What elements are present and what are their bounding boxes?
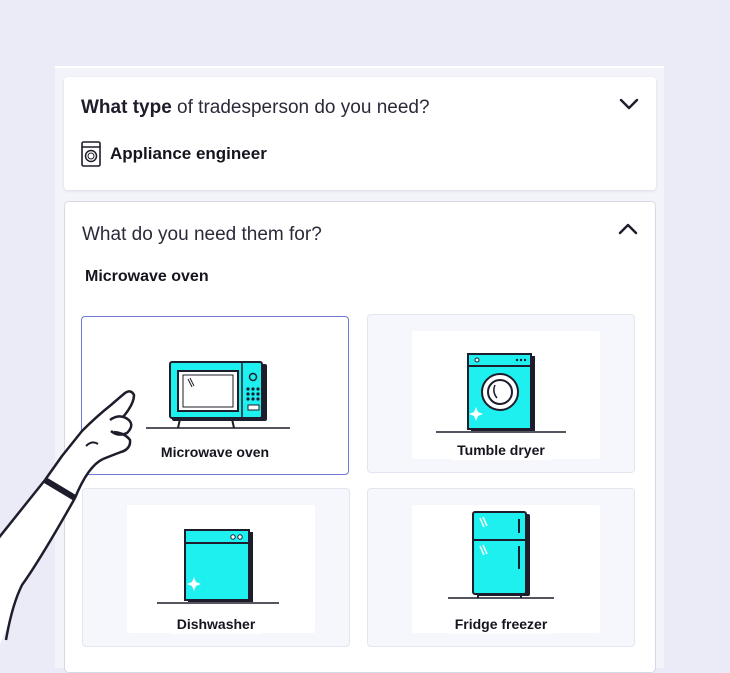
option-label: Fridge freezer	[368, 614, 634, 634]
pointing-hand-illustration	[0, 390, 136, 645]
selected-need-label: Microwave oven	[85, 268, 209, 285]
chevron-down-icon[interactable]	[616, 91, 642, 117]
option-fridge-freezer[interactable]: Fridge freezer	[367, 488, 635, 647]
need-question: What do you need them for?	[82, 224, 322, 245]
chevron-up-icon[interactable]	[615, 216, 641, 242]
trade-type-answer-label: Appliance engineer	[110, 144, 267, 163]
trade-type-question: What type of tradesperson do you need?	[81, 97, 430, 118]
option-tumble-dryer[interactable]: Tumble dryer	[367, 314, 635, 473]
option-label: Tumble dryer	[368, 440, 634, 460]
trade-type-card[interactable]: What type of tradesperson do you need? A…	[64, 77, 656, 190]
trade-type-answer: Appliance engineer	[81, 141, 267, 167]
washing-machine-icon	[81, 141, 101, 167]
